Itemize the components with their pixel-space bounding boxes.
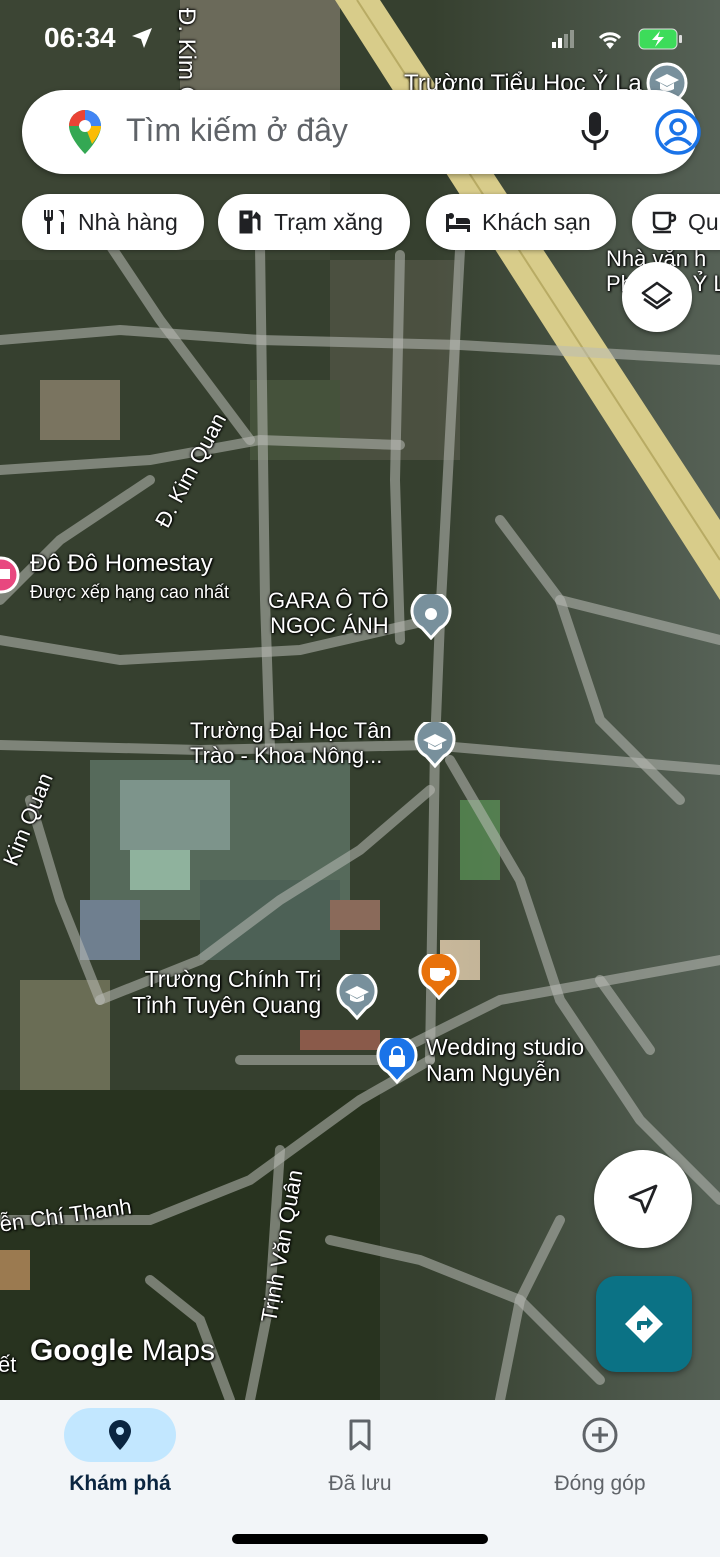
nav-saved[interactable]: Đã lưu xyxy=(240,1400,480,1520)
shopping-icon[interactable] xyxy=(376,1034,418,1089)
my-location-button[interactable] xyxy=(594,1150,692,1248)
chip-hotels[interactable]: Khách sạn xyxy=(426,194,616,250)
directions-icon xyxy=(625,1305,663,1343)
nav-contribute[interactable]: Đóng góp xyxy=(480,1400,720,1520)
chip-gas-stations[interactable]: Trạm xăng xyxy=(218,194,410,250)
school-icon[interactable] xyxy=(414,718,456,773)
layers-icon xyxy=(641,281,673,310)
watermark-maps: Maps xyxy=(141,1334,216,1367)
gas-station-icon xyxy=(239,210,261,234)
location-arrow-icon xyxy=(132,28,152,48)
place-label-line: Trào - Khoa Nông... xyxy=(190,743,383,769)
microphone-icon[interactable] xyxy=(578,110,612,154)
place-label-line: NGỌC ÁNH xyxy=(270,613,389,639)
chip-coffee[interactable]: Qu xyxy=(632,194,720,250)
google-maps-logo-icon xyxy=(69,110,101,154)
directions-button[interactable] xyxy=(596,1276,692,1372)
place-label[interactable]: Wedding studio Nam Nguyễn xyxy=(426,1034,584,1087)
nav-label: Khám phá xyxy=(69,1472,171,1495)
search-placeholder[interactable]: Tìm kiếm ở đây xyxy=(126,112,348,149)
place-subtitle: Được xếp hạng cao nhất xyxy=(30,582,229,602)
bookmark-icon xyxy=(349,1419,371,1451)
nav-label: Đóng góp xyxy=(554,1472,646,1495)
nav-label: Đã lưu xyxy=(328,1472,392,1495)
place-label-line: Nam Nguyễn xyxy=(426,1060,561,1087)
place-label[interactable]: Đô Đô Homestay xyxy=(30,550,213,578)
place-label-line: Trường Chính Trị xyxy=(144,966,322,992)
coffee-icon[interactable] xyxy=(418,950,460,1005)
street-label: ết xyxy=(0,1352,17,1377)
wifi-icon xyxy=(598,32,622,49)
place-label[interactable]: Trường Đại Học Tân Trào - Khoa Nông... xyxy=(190,718,392,769)
account-icon[interactable] xyxy=(654,108,702,156)
chip-restaurants[interactable]: Nhà hàng xyxy=(22,194,204,250)
place-label-line: Trường Đại Học Tân xyxy=(190,718,392,743)
hotel-icon xyxy=(446,213,470,232)
explore-pin-icon xyxy=(109,1420,131,1450)
google-maps-watermark: Google Maps xyxy=(30,1334,215,1368)
chip-label: Trạm xăng xyxy=(274,208,384,235)
coffee-icon xyxy=(652,211,677,234)
place-label-line: Wedding studio xyxy=(426,1034,585,1060)
add-circle-icon xyxy=(582,1417,618,1453)
restaurant-icon xyxy=(44,210,64,234)
hotel-icon[interactable] xyxy=(0,556,20,599)
search-bar[interactable]: Tìm kiếm ở đây xyxy=(22,90,701,174)
watermark-google: Google xyxy=(30,1334,134,1367)
chip-label: Qu xyxy=(688,208,719,235)
home-indicator xyxy=(232,1534,488,1544)
status-time: 06:34 xyxy=(44,22,116,53)
place-label[interactable]: GARA Ô TÔ NGỌC ÁNH xyxy=(268,588,389,639)
chip-label: Nhà hàng xyxy=(78,208,178,235)
place-label[interactable]: Trường Chính Trị Tỉnh Tuyên Quang xyxy=(132,966,321,1019)
place-label-line: Tỉnh Tuyên Quang xyxy=(132,992,322,1019)
school-icon[interactable] xyxy=(336,970,378,1025)
status-bar: 06:34 xyxy=(0,0,720,80)
place-label-line: GARA Ô TÔ xyxy=(268,588,389,613)
chip-label: Khách sạn xyxy=(482,208,591,235)
cellular-signal-icon xyxy=(552,30,574,48)
battery-charging-icon xyxy=(638,28,682,50)
place-icon[interactable] xyxy=(410,590,452,645)
nav-explore[interactable]: Khám phá xyxy=(0,1400,240,1520)
layers-button[interactable] xyxy=(622,262,692,332)
navigation-arrow-icon xyxy=(628,1184,658,1214)
